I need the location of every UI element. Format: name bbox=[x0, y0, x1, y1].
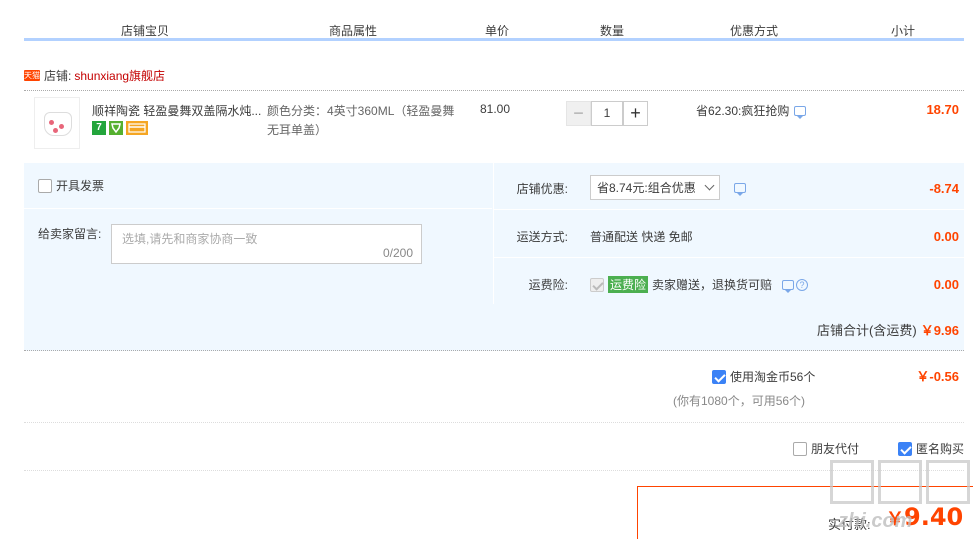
divider bbox=[24, 470, 964, 471]
header-col-quantity: 数量 bbox=[600, 24, 625, 38]
friend-pay-checkbox[interactable] bbox=[793, 441, 807, 456]
shop-promo-row: 店铺优惠: 省8.74元:组合优惠 -8.74 bbox=[494, 163, 964, 210]
delivery-amount: 0.00 bbox=[933, 229, 959, 244]
shop-total-label: 店铺合计(含运费) bbox=[817, 323, 917, 338]
item-promotion-text: 省62.30:疯狂抢购 bbox=[696, 104, 790, 118]
site-watermark: zhi.com bbox=[828, 460, 976, 539]
product-thumbnail[interactable] bbox=[34, 97, 80, 149]
quantity-plus-button[interactable]: + bbox=[623, 101, 648, 126]
order-item-row: 顺祥陶瓷 轻盈曼舞双盖隔水炖... 7 颜色分类：4英寸360ML（轻盈曼舞无耳… bbox=[24, 90, 964, 163]
anonymous-label: 匿名购买 bbox=[916, 442, 965, 456]
taojinbi-amount: ￥-0.56 bbox=[916, 369, 959, 384]
friend-pay-label: 朋友代付 bbox=[811, 442, 860, 456]
shop-row: 天猫 店铺: shunxiang旗舰店 bbox=[24, 66, 165, 84]
shop-promo-select[interactable]: 省8.74元:组合优惠 bbox=[590, 175, 720, 200]
invoice-label: 开具发票 bbox=[56, 179, 105, 193]
anonymous-option[interactable]: 匿名购买 bbox=[898, 440, 964, 457]
shop-label: 店铺: bbox=[44, 68, 72, 83]
message-char-count: 0/200 bbox=[382, 246, 413, 260]
watermark-logo-icon bbox=[878, 460, 922, 504]
tmall-shop-icon: 天猫 bbox=[24, 69, 40, 81]
unit-price: 81.00 bbox=[480, 102, 511, 116]
insurance-tag: 运费险 bbox=[608, 276, 649, 293]
product-image bbox=[44, 112, 72, 136]
message-label: 给卖家留言: bbox=[38, 227, 102, 241]
chat-icon[interactable] bbox=[794, 105, 807, 119]
credit-card-icon[interactable] bbox=[126, 121, 148, 135]
message-placeholder: 选填,请先和商家协商一致 bbox=[122, 232, 258, 246]
chat-icon[interactable] bbox=[733, 182, 746, 196]
item-subtotal: 18.70 bbox=[926, 102, 959, 117]
header-col-subtotal: 小计 bbox=[891, 24, 916, 38]
quantity-minus-button[interactable]: − bbox=[566, 101, 591, 126]
shop-name-link[interactable]: shunxiang旗舰店 bbox=[74, 67, 165, 84]
row-divider bbox=[24, 208, 492, 209]
item-promotion: 省62.30:疯狂抢购 bbox=[696, 102, 807, 119]
taojinbi-note: (你有1080个，可用56个) bbox=[673, 394, 806, 408]
buyer-options: 开具发票 给卖家留言: 选填,请先和商家协商一致 0/200 bbox=[24, 163, 492, 304]
watermark-text: zhi.com bbox=[838, 510, 913, 532]
quantity-stepper: − 1 + bbox=[566, 101, 648, 126]
shop-promo-value: 省8.74元:组合优惠 bbox=[590, 175, 746, 200]
insurance-text: 卖家赠送，退换货可赔 bbox=[652, 278, 773, 292]
shop-settlement: 店铺优惠: 省8.74元:组合优惠 -8.74 运送方式: 普通配送 快递 免邮… bbox=[494, 163, 964, 304]
delivery-label: 运送方式: bbox=[516, 230, 568, 244]
quantity-input[interactable]: 1 bbox=[591, 101, 623, 126]
taojinbi-option[interactable]: 使用淘金币56个 bbox=[712, 368, 815, 385]
taojinbi-checkbox[interactable] bbox=[712, 369, 726, 384]
shop-promo-label: 店铺优惠: bbox=[516, 182, 568, 196]
insurance-label: 运费险: bbox=[528, 278, 568, 292]
anonymous-checkbox[interactable] bbox=[898, 441, 912, 456]
delivery-value: 普通配送 快递 免邮 bbox=[590, 230, 693, 244]
watermark-logo-icon bbox=[830, 460, 874, 504]
delivery-row: 运送方式: 普通配送 快递 免邮 0.00 bbox=[494, 211, 964, 258]
guarantee-icon[interactable] bbox=[109, 121, 123, 135]
header-col-shop-item: 店铺宝贝 bbox=[121, 24, 170, 38]
divider bbox=[24, 422, 964, 423]
header-col-attributes: 商品属性 bbox=[329, 24, 378, 38]
header-col-discount: 优惠方式 bbox=[730, 24, 779, 38]
shop-total-amount: ￥9.96 bbox=[920, 323, 959, 338]
header-col-unit-price: 单价 bbox=[485, 24, 510, 38]
service-badges: 7 bbox=[92, 121, 148, 135]
chat-icon[interactable] bbox=[782, 279, 795, 293]
chevron-down-icon bbox=[704, 180, 715, 191]
product-attributes: 颜色分类：4英寸360ML（轻盈曼舞无耳单盖） bbox=[267, 104, 455, 137]
insurance-amount: 0.00 bbox=[933, 277, 959, 292]
invoice-checkbox[interactable] bbox=[38, 178, 52, 193]
insurance-checkbox bbox=[590, 277, 604, 292]
watermark-logo-icon bbox=[926, 460, 970, 504]
seven-day-return-icon[interactable]: 7 bbox=[92, 121, 106, 135]
seller-message-textarea[interactable]: 选填,请先和商家协商一致 0/200 bbox=[111, 224, 422, 264]
product-title-link[interactable]: 顺祥陶瓷 轻盈曼舞双盖隔水炖... bbox=[92, 102, 267, 119]
shipping-insurance-row: 运费险: 运费险 卖家赠送，退换货可赔 ? 0.00 bbox=[494, 259, 964, 306]
taojinbi-label: 使用淘金币56个 bbox=[730, 370, 816, 384]
shop-total: 店铺合计(含运费) ￥9.96 bbox=[817, 320, 959, 339]
shop-promo-amount: -8.74 bbox=[929, 181, 959, 196]
insurance-value: 运费险 卖家赠送，退换货可赔 ? bbox=[590, 276, 809, 293]
shop-promo-selected: 省8.74元:组合优惠 bbox=[597, 181, 696, 195]
help-icon[interactable]: ? bbox=[796, 278, 809, 291]
order-options-section: 开具发票 给卖家留言: 选填,请先和商家协商一致 0/200 店铺优惠: 省8.… bbox=[24, 163, 964, 351]
invoice-option[interactable]: 开具发票 bbox=[38, 177, 104, 194]
friend-pay-option[interactable]: 朋友代付 bbox=[793, 440, 859, 457]
header-divider bbox=[24, 38, 964, 41]
